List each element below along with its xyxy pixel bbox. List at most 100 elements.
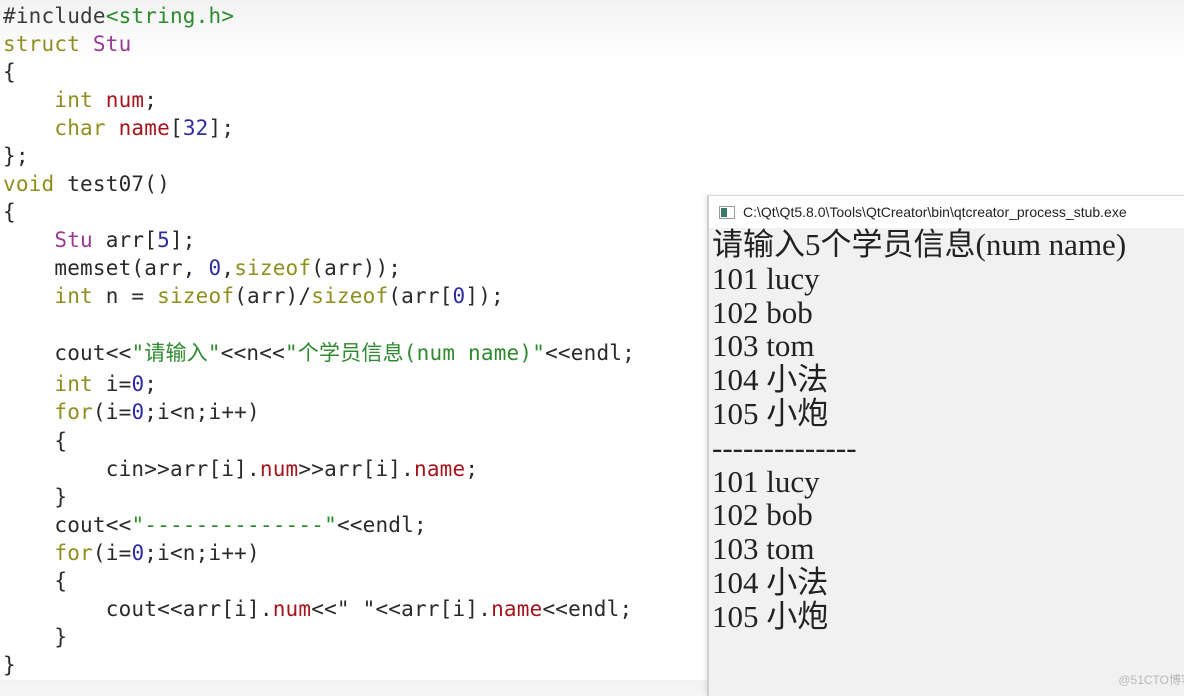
code-token: ; xyxy=(465,457,479,481)
console-output-line: 102 bob xyxy=(712,497,813,533)
code-token: (arr)/ xyxy=(234,284,312,308)
code-token: [ xyxy=(169,116,183,140)
code-line: int num; xyxy=(3,86,157,114)
code-token: 0 xyxy=(131,400,145,424)
code-line: }; xyxy=(3,142,29,170)
code-token: <string.h> xyxy=(105,4,235,28)
console-title: C:\Qt\Qt5.8.0\Tools\QtCreator\bin\qtcrea… xyxy=(743,204,1127,220)
code-token: (i= xyxy=(92,400,132,424)
code-token: name xyxy=(414,457,466,481)
code-token: for xyxy=(54,400,93,424)
code-token: { xyxy=(3,429,68,453)
code-token: n = xyxy=(92,284,158,308)
code-token: char xyxy=(54,116,106,140)
code-token: 0 xyxy=(131,372,145,396)
code-token: sizeof xyxy=(157,284,235,308)
code-token: "请输入" xyxy=(131,341,221,365)
code-token: int xyxy=(54,372,93,396)
code-token: <<n<< xyxy=(220,341,285,365)
code-line: cin>>arr[i].num>>arr[i].name; xyxy=(3,455,478,483)
code-token: <<endl; xyxy=(545,341,635,365)
code-token: <<endl; xyxy=(336,513,427,537)
code-line: #include<string.h> xyxy=(3,2,234,30)
code-token: name xyxy=(491,597,543,621)
code-token: test07() xyxy=(54,172,170,196)
code-line: for(i=0;i<n;i++) xyxy=(3,539,260,567)
code-token: } xyxy=(3,653,16,677)
code-line: cout<<"请输入"<<n<<"个学员信息(num name)"<<endl; xyxy=(3,339,635,367)
code-line: memset(arr, 0,sizeof(arr)); xyxy=(3,254,401,282)
code-token: ; xyxy=(144,372,158,396)
code-token: 0 xyxy=(131,541,145,565)
console-output: 请输入5个学员信息(num name) 101 lucy 102 bob 103 to… xyxy=(709,228,1184,634)
code-token: }; xyxy=(3,144,29,168)
code-token: Stu xyxy=(92,32,132,56)
console-app-icon xyxy=(719,205,735,219)
code-token: #include xyxy=(3,4,106,28)
console-output-line: 101 lucy xyxy=(712,463,820,499)
console-output-line: 104 小法 xyxy=(712,564,829,600)
console-output-line: 105 小炮 xyxy=(712,395,829,431)
console-window[interactable]: C:\Qt\Qt5.8.0\Tools\QtCreator\bin\qtcrea… xyxy=(707,195,1184,696)
code-line: cout<<"--------------"<<endl; xyxy=(3,511,427,539)
code-editor[interactable]: #include<string.h> struct Stu{ int num; c… xyxy=(0,0,700,680)
code-token: , xyxy=(221,256,235,280)
code-token: memset(arr, xyxy=(3,256,209,280)
code-token: num xyxy=(272,597,312,621)
code-token: 0 xyxy=(208,256,222,280)
code-token: } xyxy=(3,625,68,649)
code-line: { xyxy=(3,427,67,455)
code-line: Stu arr[5]; xyxy=(3,226,196,254)
code-token: { xyxy=(3,200,16,224)
code-token: num xyxy=(105,88,145,112)
code-line: { xyxy=(3,198,16,226)
code-line: for(i=0;i<n;i++) xyxy=(3,398,260,426)
code-token: (arr[ xyxy=(388,284,453,308)
code-token: 32 xyxy=(182,116,209,140)
code-line: { xyxy=(3,58,16,86)
console-output-line: 103 tom xyxy=(712,328,815,364)
code-token: } xyxy=(3,485,68,509)
console-output-line: 105 小炮 xyxy=(712,598,829,634)
code-token: { xyxy=(3,569,68,593)
console-output-line: 104 小法 xyxy=(712,362,829,398)
code-token: <<" "<<arr[i]. xyxy=(311,597,492,621)
code-line: { xyxy=(3,567,67,595)
code-token: >>arr[i]. xyxy=(298,457,414,481)
code-token: int xyxy=(54,284,93,308)
console-output-line: 103 tom xyxy=(712,531,815,567)
code-token: 0 xyxy=(452,284,466,308)
code-token: num xyxy=(259,457,299,481)
code-line: } xyxy=(3,623,67,651)
code-token: ; xyxy=(144,88,158,112)
console-output-line: -------------- xyxy=(712,429,857,465)
code-token: sizeof xyxy=(234,256,312,280)
console-output-line: 101 lucy xyxy=(712,260,820,296)
code-token: ]); xyxy=(465,284,504,308)
code-token: cout<< xyxy=(3,513,132,537)
code-token: arr[ xyxy=(92,228,158,252)
console-titlebar[interactable]: C:\Qt\Qt5.8.0\Tools\QtCreator\bin\qtcrea… xyxy=(709,196,1184,228)
code-line: cout<<arr[i].num<<" "<<arr[i].name<<endl… xyxy=(3,595,632,623)
code-token: struct xyxy=(3,32,81,56)
code-token: sizeof xyxy=(311,284,389,308)
code-token: i= xyxy=(92,372,132,396)
console-output-line: 请输入5个学员信息(num name) xyxy=(712,227,1127,262)
code-token: for xyxy=(54,541,93,565)
code-token: ;i<n;i++) xyxy=(144,541,260,565)
code-line: struct Stu xyxy=(3,30,131,58)
code-token: { xyxy=(3,60,16,84)
code-token: int xyxy=(54,88,93,112)
code-token: void xyxy=(3,172,55,196)
code-token: (i= xyxy=(92,541,132,565)
code-line: } xyxy=(3,651,16,679)
code-token: "--------------" xyxy=(131,513,337,537)
